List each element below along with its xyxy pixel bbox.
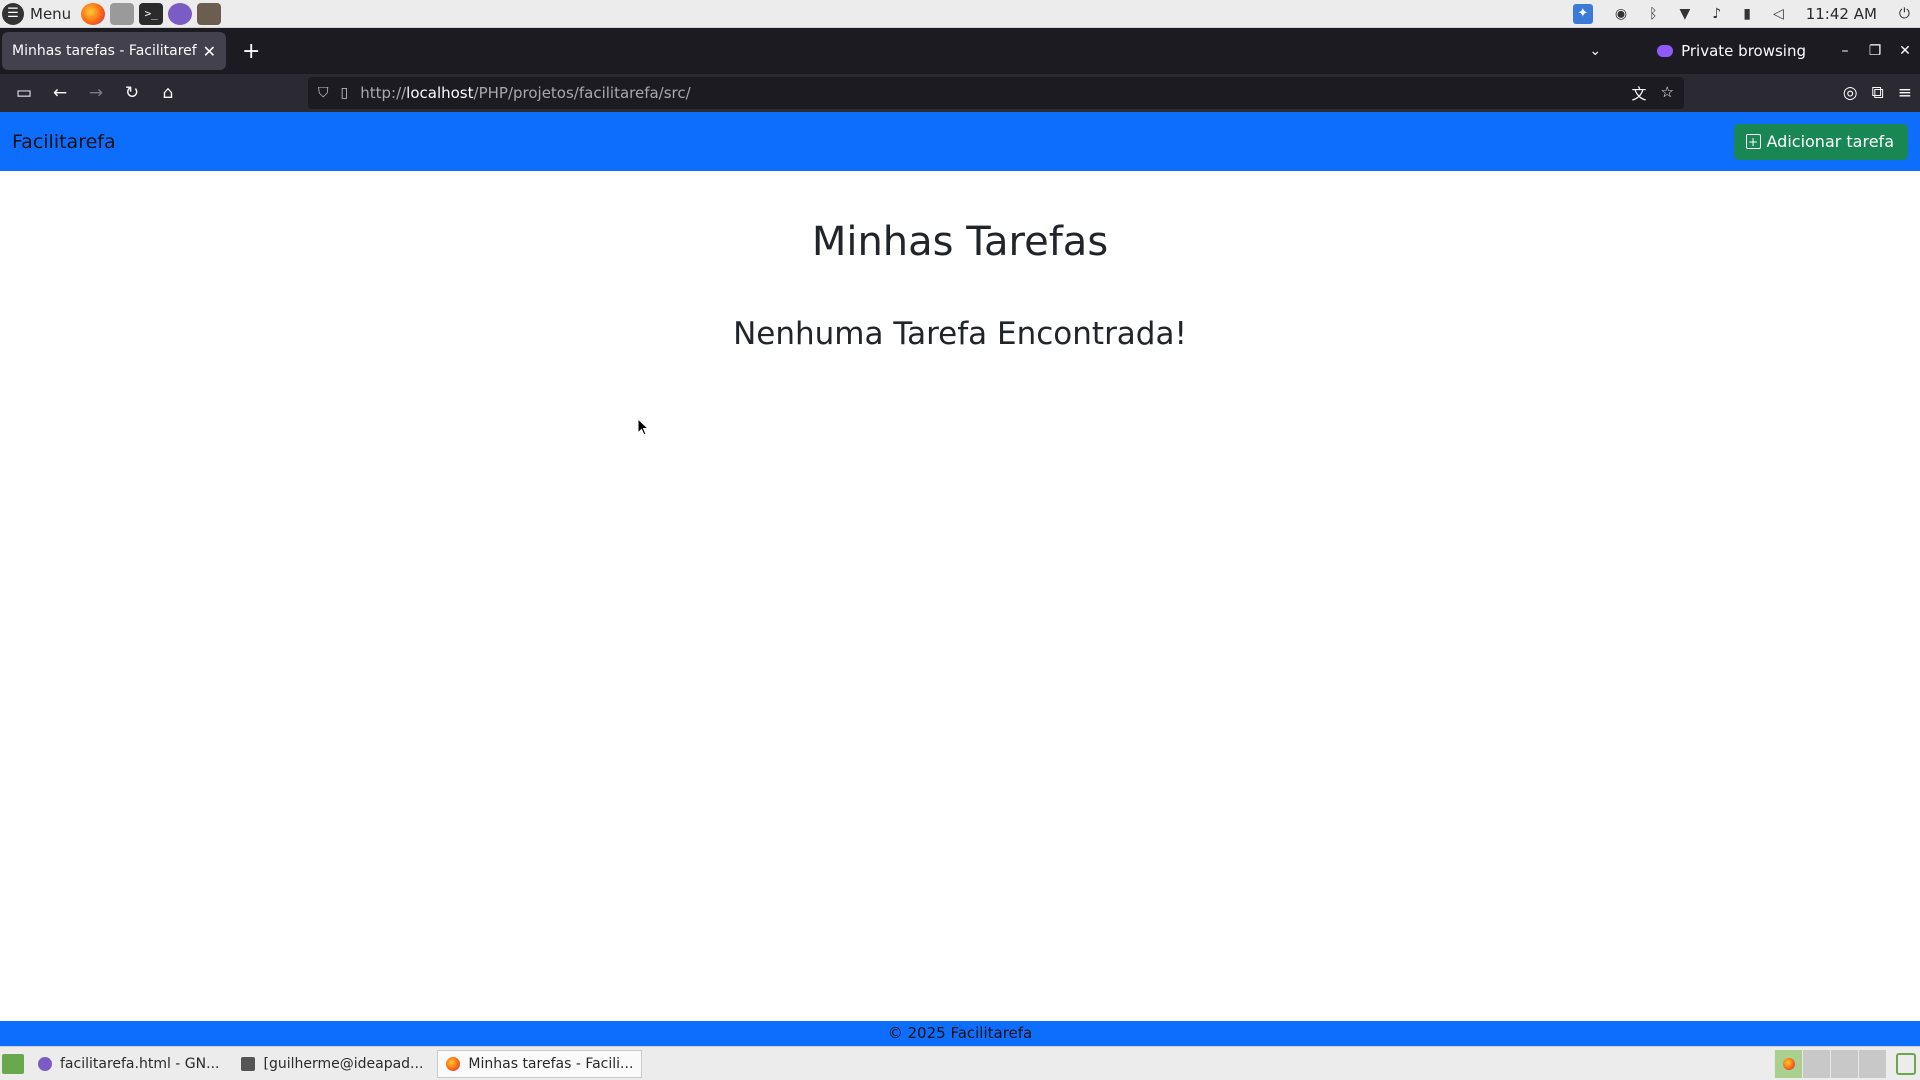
taskbar-item-terminal[interactable]: [guilherme@ideapad...	[233, 1050, 431, 1078]
close-window-icon[interactable]: ✕	[1890, 43, 1920, 59]
taskbar-item-emacs[interactable]: facilitarefa.html - GN...	[30, 1050, 227, 1078]
emacs-launcher-icon[interactable]	[168, 2, 193, 25]
web-page: Facilitarefa + Adicionar tarefa Minhas T…	[0, 112, 1920, 1046]
terminal-icon	[241, 1056, 256, 1071]
bookmark-star-icon[interactable]: ☆	[1661, 83, 1674, 104]
gimp-launcher-icon[interactable]	[197, 2, 222, 25]
url-text[interactable]: http://localhost/PHP/projetos/facilitare…	[360, 84, 1631, 102]
home-icon[interactable]: ⌂	[150, 83, 186, 103]
add-task-label: Adicionar tarefa	[1766, 132, 1895, 151]
brand-link[interactable]: Facilitarefa	[12, 131, 116, 153]
accessibility-icon[interactable]: ✦	[1572, 3, 1593, 24]
workspace-4[interactable]	[1858, 1049, 1886, 1078]
extensions-icon[interactable]: ⧉	[1872, 83, 1884, 103]
firefox-launcher-icon[interactable]	[81, 2, 106, 25]
app-menu-icon[interactable]: ≡	[1898, 83, 1912, 103]
bluetooth-icon[interactable]: ᛒ	[1649, 6, 1657, 22]
tab-minhas-tarefas[interactable]: Minhas tarefas - Facilitarefa ✕	[2, 32, 226, 70]
minimize-window-icon[interactable]: –	[1830, 43, 1860, 59]
tracking-shield-icon[interactable]: ⛉	[318, 85, 329, 101]
workspace-2[interactable]	[1802, 1049, 1830, 1078]
app-footer: © 2025 Facilitarefa	[0, 1021, 1920, 1046]
volume-icon[interactable]: ◁	[1773, 6, 1784, 22]
workspace-3[interactable]	[1830, 1049, 1858, 1078]
plus-square-icon: +	[1745, 134, 1761, 149]
taskbar-item-label: [guilherme@ideapad...	[263, 1055, 424, 1072]
workspace-switcher	[1774, 1049, 1886, 1078]
close-tab-icon[interactable]: ✕	[203, 42, 216, 61]
wifi-icon[interactable]: ▼	[1680, 6, 1691, 22]
url-bar[interactable]: ⛉ ▯ http://localhost/PHP/projetos/facili…	[308, 77, 1684, 109]
sidebar-toggle-icon[interactable]: ▭	[6, 83, 42, 103]
empty-state-message: Nenhuma Tarefa Encontrada!	[733, 316, 1187, 352]
clock[interactable]: 11:42 AM	[1806, 5, 1877, 23]
system-panel: ☰ Menu >_ ✦ ◉ ᛒ ▼ ♪ ▮ ◁ 11:42 AM ⏻	[0, 0, 1920, 28]
files-launcher-icon[interactable]	[110, 2, 135, 25]
show-desktop-icon[interactable]	[2, 1053, 24, 1074]
app-header: Facilitarefa + Adicionar tarefa	[0, 112, 1920, 171]
browser-nav-bar: ▭ ← → ↻ ⌂ ⛉ ▯ http://localhost/PHP/proje…	[0, 74, 1920, 112]
workspace-1[interactable]	[1774, 1049, 1802, 1078]
list-all-tabs-icon[interactable]: ⌄	[1589, 43, 1601, 59]
restore-window-icon[interactable]: ❐	[1860, 43, 1890, 59]
forward-icon[interactable]: →	[78, 83, 114, 103]
taskbar-item-label: Minhas tarefas - Facili...	[468, 1055, 634, 1072]
firefox-icon	[1782, 1057, 1795, 1070]
taskbar-item-label: facilitarefa.html - GN...	[60, 1055, 220, 1072]
add-task-button[interactable]: + Adicionar tarefa	[1733, 123, 1908, 160]
mouse-cursor-icon	[637, 418, 650, 436]
battery-icon[interactable]: ▮	[1743, 6, 1751, 22]
system-menu-icon[interactable]: ☰	[2, 2, 24, 25]
translate-icon[interactable]: 文	[1632, 83, 1647, 104]
private-browsing-label: Private browsing	[1681, 42, 1806, 60]
emacs-icon	[38, 1056, 52, 1071]
account-icon[interactable]: ◎	[1843, 83, 1858, 103]
reload-icon[interactable]: ↻	[114, 83, 150, 103]
nvidia-icon[interactable]: ◉	[1615, 6, 1627, 22]
trash-icon[interactable]	[1896, 1052, 1916, 1075]
back-icon[interactable]: ←	[42, 83, 78, 103]
taskbar-item-firefox[interactable]: Minhas tarefas - Facili...	[437, 1049, 643, 1078]
new-tab-icon[interactable]: +	[242, 39, 260, 64]
notifications-icon[interactable]: ♪	[1712, 6, 1721, 22]
browser-tab-strip: Minhas tarefas - Facilitarefa ✕ + ⌄ Priv…	[0, 28, 1920, 74]
system-menu-label[interactable]: Menu	[30, 5, 71, 23]
page-title: Minhas Tarefas	[811, 219, 1109, 265]
tab-title: Minhas tarefas - Facilitarefa	[12, 43, 197, 59]
power-icon[interactable]: ⏻	[1899, 6, 1910, 22]
taskbar: facilitarefa.html - GN... [guilherme@ide…	[0, 1046, 1920, 1080]
firefox-icon	[446, 1056, 461, 1071]
private-browsing-icon	[1657, 45, 1674, 57]
terminal-launcher-icon[interactable]: >_	[139, 2, 164, 25]
page-info-icon[interactable]: ▯	[341, 85, 349, 101]
